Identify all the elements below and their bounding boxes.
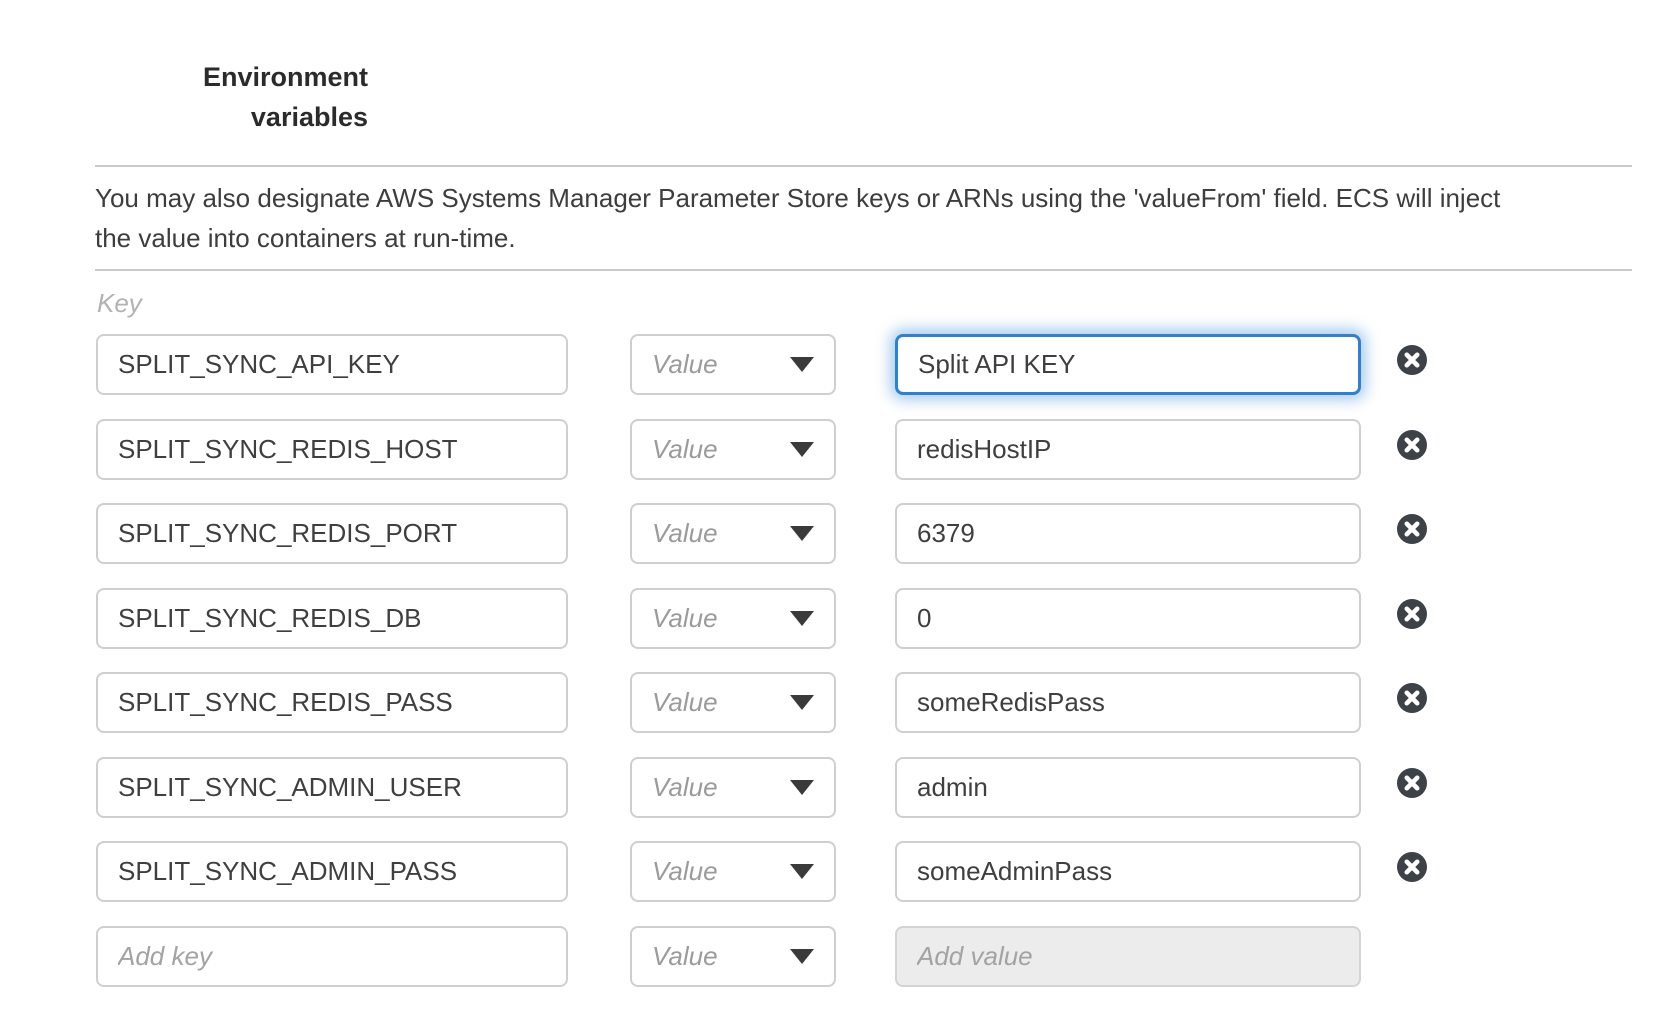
value-type-label: Value xyxy=(652,349,718,380)
divider-middle xyxy=(95,269,1632,271)
env-var-row: Value xyxy=(0,419,1678,480)
section-description: You may also designate AWS Systems Manag… xyxy=(95,178,1565,258)
remove-row-button[interactable] xyxy=(1397,514,1427,544)
add-value-input[interactable] xyxy=(895,926,1361,987)
remove-row-button[interactable] xyxy=(1397,852,1427,882)
chevron-down-icon xyxy=(790,611,814,626)
close-icon xyxy=(1397,430,1427,460)
value-type-label: Value xyxy=(652,941,718,972)
chevron-down-icon xyxy=(790,780,814,795)
chevron-down-icon xyxy=(790,949,814,964)
close-icon xyxy=(1397,599,1427,629)
value-type-label: Value xyxy=(652,603,718,634)
remove-row-button[interactable] xyxy=(1397,430,1427,460)
close-icon xyxy=(1397,768,1427,798)
value-type-dropdown[interactable]: Value xyxy=(630,503,836,564)
env-value-input[interactable] xyxy=(895,588,1361,649)
env-var-row: Value xyxy=(0,841,1678,902)
chevron-down-icon xyxy=(790,526,814,541)
description-line-2: the value into containers at run-time. xyxy=(95,218,1565,258)
env-key-input[interactable] xyxy=(96,841,568,902)
value-type-dropdown[interactable]: Value xyxy=(630,757,836,818)
env-key-input[interactable] xyxy=(96,503,568,564)
remove-row-button[interactable] xyxy=(1397,768,1427,798)
add-key-input[interactable] xyxy=(96,926,568,987)
env-key-input[interactable] xyxy=(96,419,568,480)
env-var-row: Value xyxy=(0,588,1678,649)
env-var-row: Value xyxy=(0,672,1678,733)
value-type-dropdown[interactable]: Value xyxy=(630,841,836,902)
env-key-input[interactable] xyxy=(96,672,568,733)
chevron-down-icon xyxy=(790,695,814,710)
value-type-dropdown[interactable]: Value xyxy=(630,588,836,649)
value-type-label: Value xyxy=(652,687,718,718)
chevron-down-icon xyxy=(790,442,814,457)
env-key-input[interactable] xyxy=(96,334,568,395)
value-type-dropdown[interactable]: Value xyxy=(630,926,836,987)
close-icon xyxy=(1397,683,1427,713)
divider-top xyxy=(95,165,1632,167)
close-icon xyxy=(1397,514,1427,544)
env-var-row: Value xyxy=(0,503,1678,564)
env-key-input[interactable] xyxy=(96,588,568,649)
close-icon xyxy=(1397,852,1427,882)
value-type-dropdown[interactable]: Value xyxy=(630,334,836,395)
env-value-input[interactable] xyxy=(895,757,1361,818)
value-type-dropdown[interactable]: Value xyxy=(630,672,836,733)
description-line-1: You may also designate AWS Systems Manag… xyxy=(95,178,1565,218)
value-type-dropdown[interactable]: Value xyxy=(630,419,836,480)
value-type-label: Value xyxy=(652,518,718,549)
add-env-var-row: Value xyxy=(0,926,1678,987)
value-type-label: Value xyxy=(652,772,718,803)
env-var-row: Value xyxy=(0,757,1678,818)
value-type-label: Value xyxy=(652,856,718,887)
section-title: Environment variables xyxy=(138,57,368,137)
env-value-input[interactable] xyxy=(895,503,1361,564)
chevron-down-icon xyxy=(790,357,814,372)
value-type-label: Value xyxy=(652,434,718,465)
env-value-input[interactable] xyxy=(895,334,1361,395)
env-var-row: Value xyxy=(0,334,1678,395)
env-value-input[interactable] xyxy=(895,672,1361,733)
env-value-input[interactable] xyxy=(895,841,1361,902)
env-key-input[interactable] xyxy=(96,757,568,818)
close-icon xyxy=(1397,345,1427,375)
environment-variables-form: { "section": { "title": "Environment var… xyxy=(0,0,1678,1018)
chevron-down-icon xyxy=(790,864,814,879)
key-column-label: Key xyxy=(97,288,142,318)
remove-row-button[interactable] xyxy=(1397,345,1427,375)
remove-row-button[interactable] xyxy=(1397,599,1427,629)
remove-row-button[interactable] xyxy=(1397,683,1427,713)
env-value-input[interactable] xyxy=(895,419,1361,480)
